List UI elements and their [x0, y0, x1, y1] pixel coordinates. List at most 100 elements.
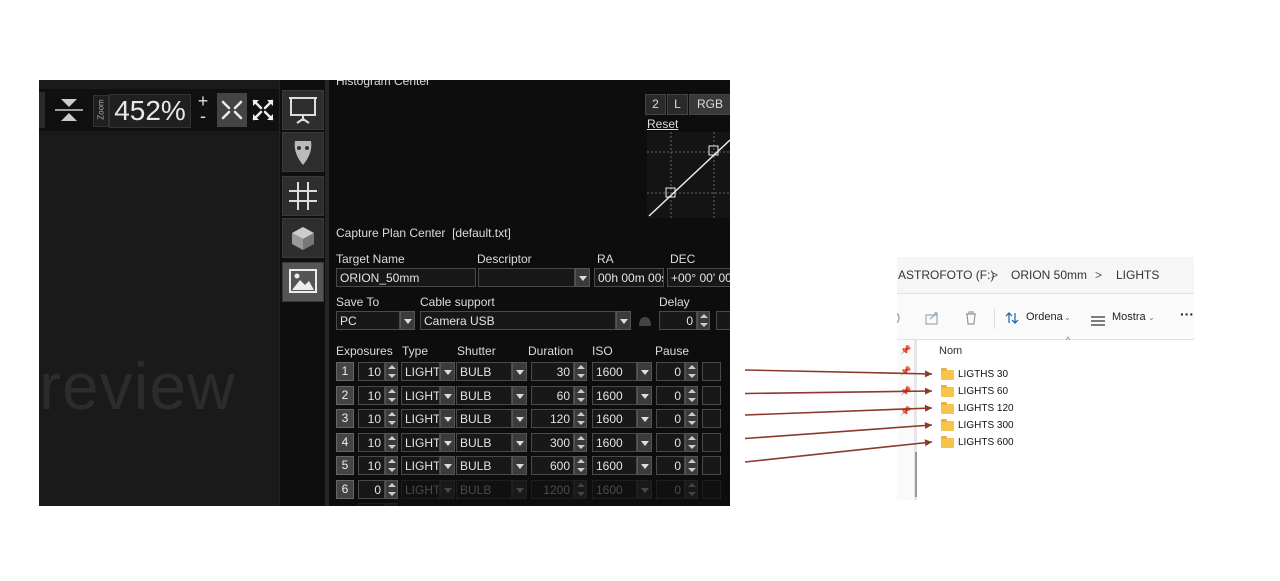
iso-select[interactable]: 1600 [592, 456, 637, 475]
type-select[interactable]: LIGHT [401, 433, 440, 452]
type-dropdown-arrow[interactable] [440, 456, 455, 475]
row-number[interactable]: 3 [336, 409, 354, 428]
histogram-channel-2-button[interactable]: 2 [645, 94, 666, 115]
folder-item[interactable]: LIGHTS 60 [941, 385, 1181, 401]
iso-dropdown-arrow[interactable] [637, 433, 652, 452]
fit-vertical-icon[interactable] [51, 95, 87, 125]
pause-spinner[interactable] [685, 386, 698, 405]
pause-spinner[interactable] [685, 433, 698, 452]
exposures-spinner[interactable] [385, 433, 398, 452]
iso-select[interactable]: 1600 [592, 409, 637, 428]
pause-spinner[interactable] [685, 480, 698, 499]
type-dropdown-arrow[interactable] [440, 362, 455, 381]
shutter-select[interactable]: BULB [456, 362, 512, 381]
mask-icon[interactable] [282, 132, 324, 172]
row-number[interactable]: 5 [336, 456, 354, 475]
pause-input[interactable]: 0 [656, 456, 685, 475]
exposures-spinner[interactable] [385, 409, 398, 428]
type-select[interactable]: LIGHT [401, 480, 440, 499]
folder-item[interactable]: LIGHTS 120 [941, 402, 1181, 418]
iso-dropdown-arrow[interactable] [637, 480, 652, 499]
type-select[interactable]: LIGHT [401, 362, 440, 381]
shutter-dropdown-arrow[interactable] [512, 480, 527, 499]
pause-unit-field[interactable] [702, 480, 721, 499]
type-select[interactable]: LIGHT [401, 409, 440, 428]
delete-icon[interactable] [963, 310, 979, 326]
duration-input[interactable]: 60 [531, 386, 574, 405]
cable-support-select[interactable]: Camera USB [420, 311, 616, 330]
exposures-spinner[interactable] [385, 480, 398, 499]
duration-spinner[interactable] [574, 409, 587, 428]
pause-spinner[interactable] [685, 409, 698, 428]
iso-dropdown-arrow[interactable] [637, 409, 652, 428]
type-dropdown-arrow[interactable] [440, 409, 455, 428]
row-number[interactable]: 6 [336, 480, 354, 499]
folder-item[interactable]: LIGHTS 300 [941, 419, 1181, 435]
zoom-out-button[interactable]: - [191, 107, 215, 125]
duration-spinner[interactable] [574, 433, 587, 452]
histogram-channel-l-button[interactable]: L [667, 94, 688, 115]
type-dropdown-arrow[interactable] [440, 433, 455, 452]
duration-input[interactable]: 120 [531, 409, 574, 428]
type-dropdown-arrow[interactable] [440, 480, 455, 499]
share-icon[interactable] [924, 310, 940, 326]
shutter-select[interactable]: BULB [456, 433, 512, 452]
cable-support-dropdown-arrow[interactable] [616, 311, 631, 330]
duration-spinner[interactable] [574, 456, 587, 475]
folder-item[interactable]: LIGHTS 600 [941, 436, 1181, 452]
shutter-dropdown-arrow[interactable] [512, 456, 527, 475]
pause-unit-field[interactable] [702, 433, 721, 452]
expand-icon[interactable] [249, 93, 277, 127]
target-name-input[interactable]: ORION_50mm [336, 268, 476, 287]
shutter-dropdown-arrow[interactable] [512, 409, 527, 428]
exposures-input[interactable]: 10 [358, 433, 385, 452]
exposures-input[interactable]: 0 [358, 480, 385, 499]
iso-select[interactable]: 1600 [592, 386, 637, 405]
iso-select[interactable]: 1600 [592, 480, 637, 499]
pause-input[interactable]: 0 [656, 386, 685, 405]
iso-select[interactable]: 1600 [592, 362, 637, 381]
exposures-input[interactable]: 10 [358, 409, 385, 428]
column-header-name[interactable]: Nom [939, 345, 962, 357]
address-bar[interactable]: ASTROFOTO (F:) > ORION 50mm > LIGHTS [897, 257, 1194, 294]
histogram-reset-link[interactable]: Reset [647, 117, 678, 131]
exposures-input[interactable]: 10 [358, 386, 385, 405]
histogram-curve[interactable] [647, 132, 730, 218]
exposures-input[interactable]: 10 [358, 456, 385, 475]
pause-unit-field[interactable] [702, 386, 721, 405]
row-number[interactable]: 4 [336, 433, 354, 452]
duration-input[interactable]: 1200 [531, 480, 574, 499]
zoom-value[interactable]: 452% [109, 94, 191, 128]
descriptor-select[interactable] [478, 268, 575, 287]
shutter-select[interactable]: BULB [456, 386, 512, 405]
sort-button[interactable]: Ordena [1026, 311, 1063, 323]
duration-spinner[interactable] [574, 386, 587, 405]
type-dropdown-arrow[interactable] [440, 386, 455, 405]
type-select[interactable]: LIGHT [401, 456, 440, 475]
pause-input[interactable]: 0 [656, 480, 685, 499]
iso-dropdown-arrow[interactable] [637, 456, 652, 475]
cube-icon[interactable] [282, 218, 324, 258]
compress-icon[interactable] [217, 93, 247, 127]
breadcrumb-current[interactable]: LIGHTS [1116, 268, 1159, 282]
pause-unit-field[interactable] [702, 409, 721, 428]
exposures-spinner[interactable] [385, 386, 398, 405]
folder-item[interactable]: LIGTHS 30 [941, 368, 1181, 384]
duration-input[interactable]: 30 [531, 362, 574, 381]
more-options-button[interactable]: ··· [1180, 306, 1194, 322]
delay-unit-field[interactable] [716, 311, 730, 330]
histogram-channel-rgb-button[interactable]: RGB [689, 94, 730, 115]
pause-spinner[interactable] [685, 362, 698, 381]
ra-input[interactable]: 00h 00m 00s [594, 268, 664, 287]
duration-input[interactable]: 300 [531, 433, 574, 452]
shutter-dropdown-arrow[interactable] [512, 386, 527, 405]
exposures-input[interactable]: 10 [358, 362, 385, 381]
shutter-select[interactable]: BULB [456, 409, 512, 428]
pause-input[interactable]: 0 [656, 409, 685, 428]
duration-spinner[interactable] [574, 362, 587, 381]
grid-icon[interactable] [282, 176, 324, 216]
pause-unit-field[interactable] [702, 362, 721, 381]
delay-input[interactable]: 0 [659, 311, 697, 330]
type-select[interactable]: LIGHT [401, 386, 440, 405]
breadcrumb-folder[interactable]: ORION 50mm [1011, 268, 1087, 282]
